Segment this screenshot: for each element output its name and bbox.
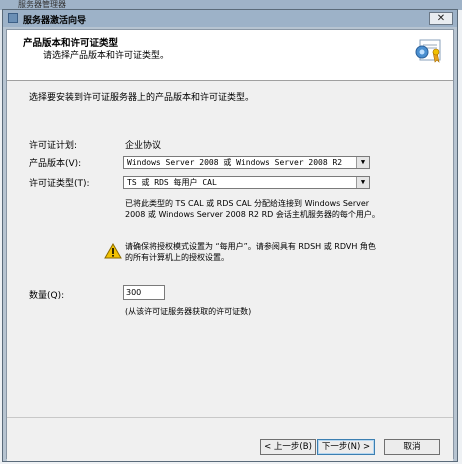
license-program-label: 许可证计划:: [29, 141, 78, 151]
wizard-header: 产品版本和许可证类型 请选择产品版本和许可证类型。: [7, 30, 453, 81]
quantity-label: 数量(Q):: [29, 291, 65, 301]
license-type-select[interactable]: TS 或 RDS 每用户 CAL ▼: [123, 176, 370, 189]
title-bar[interactable]: 服务器激活向导 ✕: [3, 10, 457, 27]
back-button[interactable]: < 上一步(B): [260, 439, 316, 455]
product-version-select[interactable]: Windows Server 2008 或 Windows Server 200…: [123, 156, 370, 169]
wizard-body: 选择要安装到许可证服务器上的产品版本和许可证类型。 许可证计划: 企业协议 产品…: [7, 81, 453, 417]
license-program-value: 企业协议: [125, 141, 162, 151]
quantity-input[interactable]: 300: [123, 285, 165, 300]
close-button[interactable]: ✕: [429, 12, 453, 25]
activation-wizard-window: 服务器激活向导 ✕ 产品版本和许可证类型 请选择产品版本和许可证类型。 选择要安…: [2, 9, 458, 462]
wizard-footer: < 上一步(B) 下一步(N) > 取消: [7, 417, 453, 461]
chevron-down-icon[interactable]: ▼: [356, 157, 369, 168]
license-type-value: TS 或 RDS 每用户 CAL: [127, 178, 217, 187]
license-type-description: 已将此类型的 TS CAL 或 RDS CAL 分配给连接到 Windows S…: [125, 199, 380, 219]
wizard-content: 产品版本和许可证类型 请选择产品版本和许可证类型。 选择要安装到许可证服务器上的…: [6, 29, 454, 461]
warning-icon: [104, 243, 122, 259]
app-icon: [8, 13, 18, 23]
chevron-down-icon[interactable]: ▼: [356, 177, 369, 188]
intro-text: 选择要安装到许可证服务器上的产品版本和许可证类型。: [29, 93, 255, 103]
license-certificate-icon: [415, 39, 441, 63]
license-type-label: 许可证类型(T):: [29, 179, 90, 189]
next-button[interactable]: 下一步(N) >: [317, 439, 375, 455]
cancel-button[interactable]: 取消: [384, 439, 440, 455]
window-title: 服务器激活向导: [23, 16, 87, 26]
quantity-note: (从该许可证服务器获取的许可证数): [125, 307, 252, 316]
product-version-label: 产品版本(V):: [29, 159, 82, 169]
product-version-value: Windows Server 2008 或 Windows Server 200…: [127, 158, 343, 167]
page-title: 产品版本和许可证类型: [23, 38, 119, 49]
licensing-mode-warning: 请确保将授权模式设置为 “每用户”。请参阅具有 RDSH 或 RDVH 角色的所…: [125, 242, 376, 262]
page-subtitle: 请选择产品版本和许可证类型。: [43, 51, 170, 61]
